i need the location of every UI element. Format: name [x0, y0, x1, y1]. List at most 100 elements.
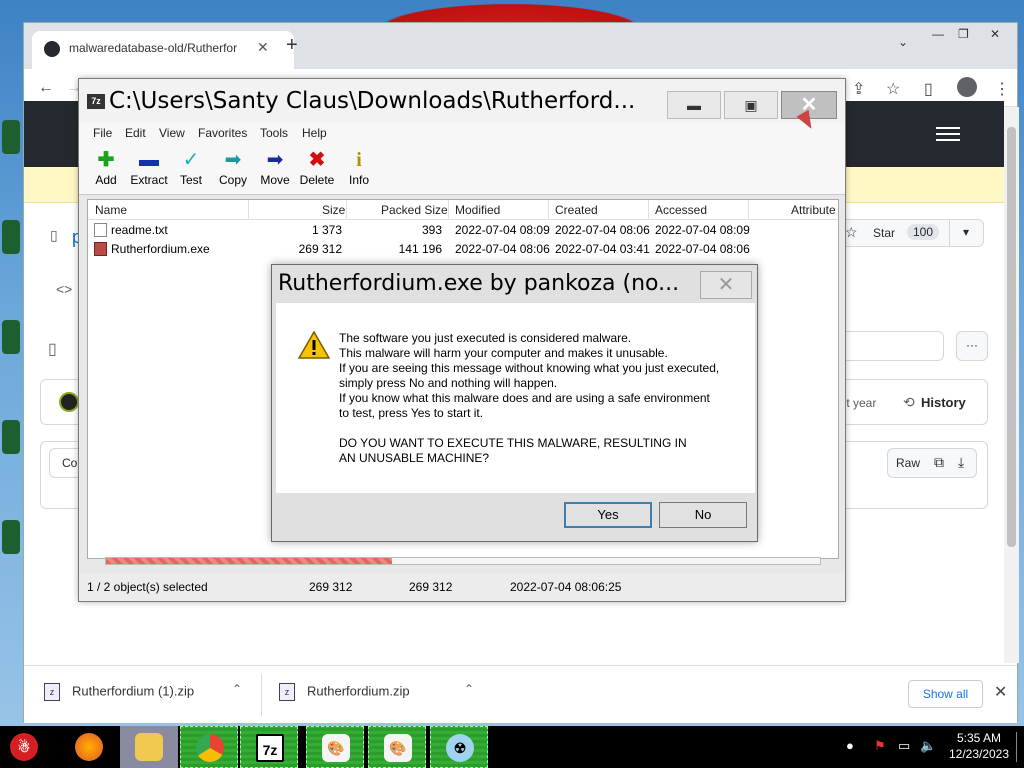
taskbar-app-paint-2[interactable]: 🎨: [368, 726, 426, 768]
col-created[interactable]: Created: [555, 203, 598, 217]
taskbar-chrome[interactable]: [180, 726, 238, 768]
chevron-up-icon[interactable]: ⌃: [232, 682, 242, 696]
more-options-button[interactable]: ···: [956, 331, 988, 361]
system-clock[interactable]: 5:35 AM 12/23/2023: [946, 730, 1012, 762]
restore-icon[interactable]: ❐: [958, 27, 969, 41]
author-avatar[interactable]: [59, 392, 79, 412]
dialog-close-icon[interactable]: ✕: [700, 271, 752, 299]
volume-icon[interactable]: 🔈: [920, 738, 936, 754]
download-name-1: Rutherfordium (1).zip: [72, 683, 195, 699]
menu-help[interactable]: Help: [302, 126, 327, 140]
file-accessed: 2022-07-04 08:06: [655, 242, 750, 256]
show-desktop-button[interactable]: [1016, 732, 1022, 762]
history-icon[interactable]: ⟲: [903, 394, 915, 411]
history-link[interactable]: History: [921, 395, 966, 410]
scrollbar-thumb[interactable]: [1007, 127, 1016, 547]
back-icon[interactable]: ←: [38, 79, 54, 97]
new-tab-button[interactable]: +: [286, 34, 298, 57]
col-attribute[interactable]: Attribute: [791, 203, 836, 217]
taskbar-app-paint[interactable]: 🎨: [306, 726, 364, 768]
add-label: Add: [95, 173, 117, 187]
santa-start-icon: ☃: [10, 733, 38, 761]
page-scrollbar[interactable]: [1004, 107, 1019, 663]
menu-edit[interactable]: Edit: [125, 126, 146, 140]
security-flag-icon[interactable]: ⚑: [874, 738, 886, 754]
menu-file[interactable]: File: [93, 126, 112, 140]
taskbar-7zip[interactable]: 7z: [240, 726, 298, 768]
menu-view[interactable]: View: [159, 126, 185, 140]
star-dropdown-icon[interactable]: ▾: [963, 225, 969, 239]
col-packed-size[interactable]: Packed Size: [381, 203, 448, 217]
taskbar-app-radiation[interactable]: ☢: [430, 726, 488, 768]
move-button[interactable]: ➡ Move: [252, 149, 298, 187]
message-line: to test, press Yes to start it.: [339, 406, 484, 420]
menu-favorites[interactable]: Favorites: [198, 126, 247, 140]
file-size: 1 373: [311, 223, 342, 237]
menu-dots-icon[interactable]: ⋮: [994, 79, 1010, 99]
extract-button[interactable]: ▬ Extract: [126, 149, 172, 187]
add-button[interactable]: ✚ Add: [83, 149, 129, 187]
show-all-button[interactable]: Show all: [908, 680, 983, 708]
sevenzip-taskbar-icon: 7z: [256, 734, 284, 762]
yes-button[interactable]: Yes: [564, 502, 652, 528]
download-divider: [261, 674, 262, 716]
close-window-icon[interactable]: ✕: [990, 27, 1000, 41]
table-row[interactable]: Rutherfordium.exe 269 312 141 196 2022-0…: [88, 240, 838, 259]
download-item-1[interactable]: z Rutherfordium (1).zip: [44, 683, 194, 701]
star-icon: ☆: [845, 224, 858, 240]
taskbar-explorer[interactable]: [120, 726, 178, 768]
info-icon: i: [356, 149, 362, 171]
code-icon[interactable]: <>: [56, 281, 72, 297]
exe-file-icon: [94, 242, 107, 256]
start-button[interactable]: ☃: [0, 726, 58, 768]
copy-icon[interactable]: ⧉: [934, 454, 944, 471]
share-icon[interactable]: ⇪: [852, 79, 865, 99]
download-item-2[interactable]: z Rutherfordium.zip: [279, 683, 410, 701]
side-panel-icon[interactable]: ▯: [924, 79, 933, 99]
sidebar-toggle-icon[interactable]: ▯: [48, 339, 57, 359]
taskbar-firefox[interactable]: [60, 726, 118, 768]
hamburger-menu-icon[interactable]: [936, 127, 960, 141]
minimize-icon[interactable]: —: [932, 27, 944, 41]
progress-fill: [106, 558, 392, 564]
info-button[interactable]: i Info: [336, 149, 382, 187]
chrome-icon: [196, 734, 224, 762]
profile-avatar[interactable]: [957, 77, 977, 97]
raw-button[interactable]: Raw: [896, 456, 920, 470]
tab-search-chevron-icon[interactable]: ⌄: [898, 35, 908, 49]
no-button[interactable]: No: [659, 502, 747, 528]
maximize-button[interactable]: ▣: [724, 91, 778, 119]
plus-icon: ✚: [97, 149, 115, 171]
tray-dot-icon[interactable]: ●: [846, 738, 854, 753]
dialog-body: The software you just executed is consid…: [276, 303, 755, 493]
table-row[interactable]: readme.txt 1 373 393 2022-07-04 08:09 20…: [88, 221, 838, 240]
star-button[interactable]: ☆ Star 100 ▾: [838, 219, 984, 247]
browser-tab-strip: malwaredatabase-old/Rutherfor ✕ + ⌄ — ❐ …: [24, 23, 1017, 69]
chevron-up-icon[interactable]: ⌃: [464, 682, 474, 696]
col-size[interactable]: Size: [322, 203, 345, 217]
menu-tools[interactable]: Tools: [260, 126, 288, 140]
dialog-titlebar[interactable]: Rutherfordium.exe by pankoza (no... ✕: [272, 265, 757, 303]
status-date: 2022-07-04 08:06:25: [510, 580, 622, 594]
copy-button[interactable]: ➡ Copy: [210, 149, 256, 187]
sevenzip-titlebar[interactable]: 7z C:\Users\Santy Claus\Downloads\Ruther…: [79, 79, 845, 123]
col-name[interactable]: Name: [95, 203, 127, 217]
test-button[interactable]: ✓ Test: [168, 149, 214, 187]
close-downloads-icon[interactable]: ✕: [994, 682, 1007, 702]
info-label: Info: [348, 173, 369, 187]
message-line: If you know what this malware does and a…: [339, 391, 710, 405]
minimize-button[interactable]: ▬: [667, 91, 721, 119]
delete-button[interactable]: ✖ Delete: [294, 149, 340, 187]
download-icon[interactable]: ⤓: [958, 454, 964, 471]
bookmark-star-icon[interactable]: ☆: [886, 79, 900, 99]
network-icon[interactable]: ▭: [898, 738, 910, 754]
sevenzip-menubar: File Edit View Favorites Tools Help: [79, 123, 845, 145]
col-modified[interactable]: Modified: [455, 203, 500, 217]
col-accessed[interactable]: Accessed: [655, 203, 707, 217]
test-label: Test: [179, 173, 202, 187]
tab-close-icon[interactable]: ✕: [257, 39, 269, 56]
folder-icon: [135, 733, 163, 761]
dialog-question: DO YOU WANT TO EXECUTE THIS MALWARE, RES…: [339, 436, 687, 465]
dialog-title: Rutherfordium.exe by pankoza (no...: [278, 271, 680, 296]
browser-tab[interactable]: malwaredatabase-old/Rutherfor ✕: [32, 31, 294, 69]
